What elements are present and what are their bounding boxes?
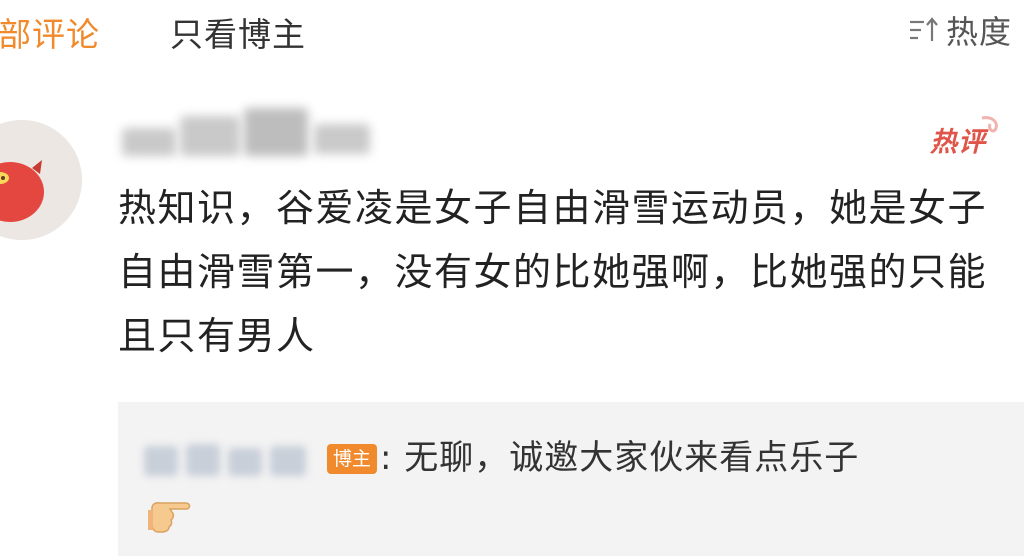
blogger-reply[interactable]: 博主 : 无聊，诚邀大家伙来看点乐子 [118,402,1024,556]
hot-comment-badge: 热评 [922,112,1002,158]
sort-label: 热度 [945,13,1012,51]
sort-lines-icon [908,15,940,45]
comment-tabbar: 部评论 只看博主 热度 [0,0,1024,70]
pointing-hand-icon [146,494,202,534]
reply-username-redacted[interactable] [142,442,312,478]
reply-text: : 无聊，诚邀大家伙来看点乐子 [380,438,860,478]
tab-all-comments[interactable]: 部评论 [0,8,100,56]
avatar[interactable] [0,120,82,240]
username-redacted[interactable] [120,102,380,166]
sort-by-hot-button[interactable]: 热度 [908,8,1012,52]
comment-text: 热知识，谷爱凌是女子自由滑雪运动员，她是女子自由滑雪第一，没有女的比她强啊，比她… [118,186,988,358]
comment-page: 部评论 只看博主 热度 热评 热知识，谷爱凌是女子自由滑雪运动员，她是女子自由滑… [0,0,1024,556]
blogger-badge: 博主 [327,444,378,474]
hot-comment-label: 热评 [930,127,986,158]
tab-blogger-only[interactable]: 只看博主 [170,8,306,56]
